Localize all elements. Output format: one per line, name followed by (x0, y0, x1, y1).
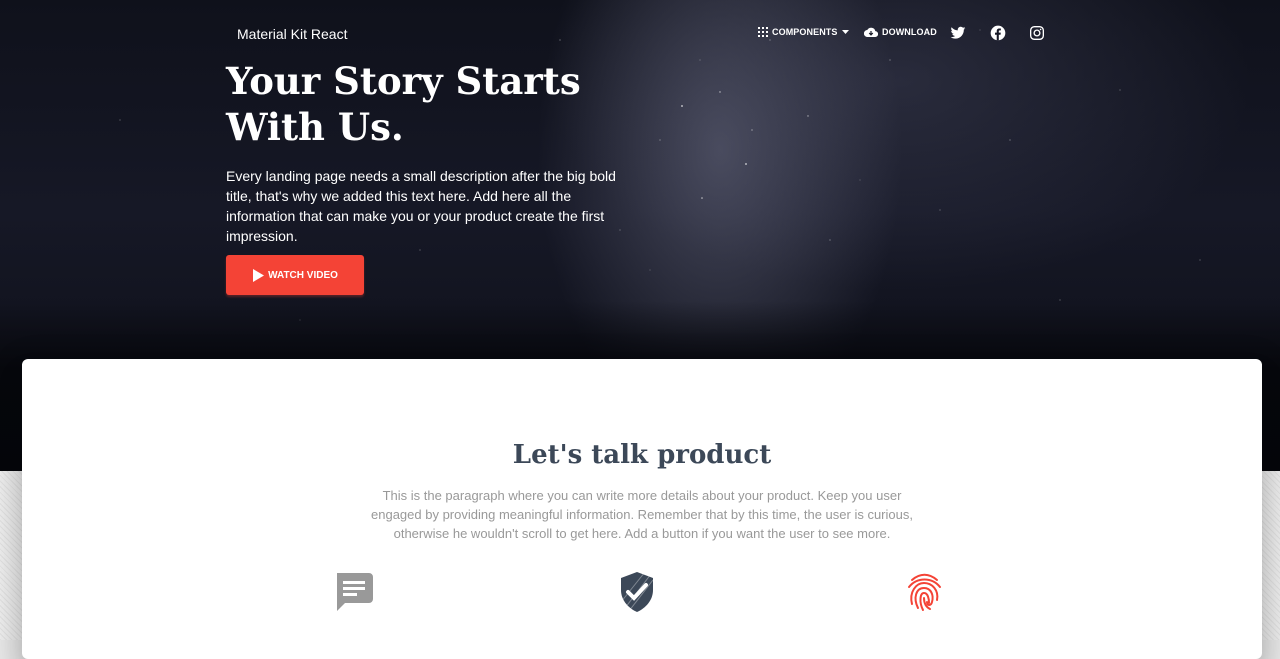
facebook-icon[interactable] (990, 25, 1006, 41)
hero-title: Your Story Starts With Us. (226, 59, 581, 149)
cloud-download-icon (864, 27, 878, 37)
instagram-icon[interactable] (1029, 25, 1045, 41)
download-link[interactable]: DOWNLOAD (864, 27, 937, 37)
brand-link[interactable]: Material Kit React (237, 26, 347, 42)
section-title: Let's talk product (512, 440, 772, 470)
twitter-icon[interactable] (950, 25, 966, 41)
download-label: DOWNLOAD (882, 27, 937, 37)
watch-video-button[interactable]: WATCH VIDEO (226, 255, 364, 295)
components-dropdown[interactable]: COMPONENTS (758, 27, 849, 37)
product-card: Let's talk product This is the paragraph… (22, 359, 1262, 659)
apps-grid-icon (758, 27, 768, 37)
verified-user-icon (620, 571, 654, 612)
top-navbar: Material Kit React COMPONENTS DOWNLOAD (0, 0, 1280, 66)
section-description: This is the paragraph where you can writ… (371, 488, 913, 541)
hero-description: Every landing page needs a small descrip… (226, 168, 616, 244)
watch-video-label: WATCH VIDEO (268, 269, 338, 281)
caret-down-icon (841, 30, 849, 34)
play-icon (253, 268, 265, 282)
chat-icon (337, 573, 373, 611)
fingerprint-icon (908, 573, 941, 611)
components-label: COMPONENTS (772, 27, 838, 37)
